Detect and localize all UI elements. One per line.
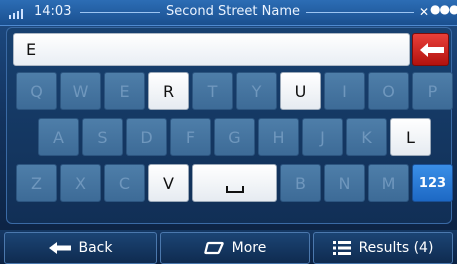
key-x: X bbox=[60, 164, 101, 202]
key-o: O bbox=[368, 72, 409, 110]
results-label: Results (4) bbox=[358, 240, 434, 256]
list-icon bbox=[332, 241, 351, 255]
key-v[interactable]: V bbox=[148, 164, 189, 202]
key-t: T bbox=[192, 72, 233, 110]
more-icon bbox=[203, 241, 224, 255]
key-q: Q bbox=[16, 72, 57, 110]
space-key[interactable] bbox=[192, 164, 277, 202]
key-l[interactable]: L bbox=[390, 118, 431, 156]
back-arrow-icon bbox=[48, 242, 71, 254]
search-input[interactable]: E bbox=[13, 33, 410, 66]
key-g: G bbox=[214, 118, 255, 156]
key-d: D bbox=[126, 118, 167, 156]
key-y: Y bbox=[236, 72, 277, 110]
key-w: W bbox=[60, 72, 101, 110]
numeric-mode-key[interactable]: 123 bbox=[412, 164, 453, 202]
divider bbox=[306, 12, 414, 13]
key-e: E bbox=[104, 72, 145, 110]
key-r[interactable]: R bbox=[148, 72, 189, 110]
back-label: Back bbox=[78, 240, 113, 256]
key-n: N bbox=[324, 164, 365, 202]
backspace-button[interactable] bbox=[412, 33, 449, 66]
more-button[interactable]: More bbox=[160, 232, 310, 264]
key-h: H bbox=[258, 118, 299, 156]
more-label: More bbox=[231, 240, 267, 256]
divider bbox=[80, 12, 160, 13]
current-street-name: Second Street Name bbox=[166, 4, 300, 19]
space-icon bbox=[225, 186, 244, 193]
key-s: S bbox=[82, 118, 123, 156]
results-button[interactable]: Results (4) bbox=[313, 232, 453, 264]
signal-icon bbox=[9, 9, 25, 19]
key-j: J bbox=[302, 118, 343, 156]
key-a: A bbox=[38, 118, 79, 156]
key-z: Z bbox=[16, 164, 57, 202]
satellite-icon: ✕ bbox=[419, 5, 430, 19]
key-b: B bbox=[280, 164, 321, 202]
key-f: F bbox=[170, 118, 211, 156]
key-m: M bbox=[368, 164, 409, 202]
back-button[interactable]: Back bbox=[4, 232, 157, 264]
key-c: C bbox=[104, 164, 145, 202]
key-i: I bbox=[324, 72, 365, 110]
left-arrow-icon bbox=[420, 43, 444, 57]
key-u[interactable]: U bbox=[280, 72, 321, 110]
gps-status-icon: ●●● bbox=[430, 2, 457, 16]
key-k: K bbox=[346, 118, 387, 156]
clock: 14:03 bbox=[34, 4, 72, 19]
status-bar: 14:03 Second Street Name ✕ ●●● bbox=[0, 0, 457, 26]
key-p: P bbox=[412, 72, 453, 110]
